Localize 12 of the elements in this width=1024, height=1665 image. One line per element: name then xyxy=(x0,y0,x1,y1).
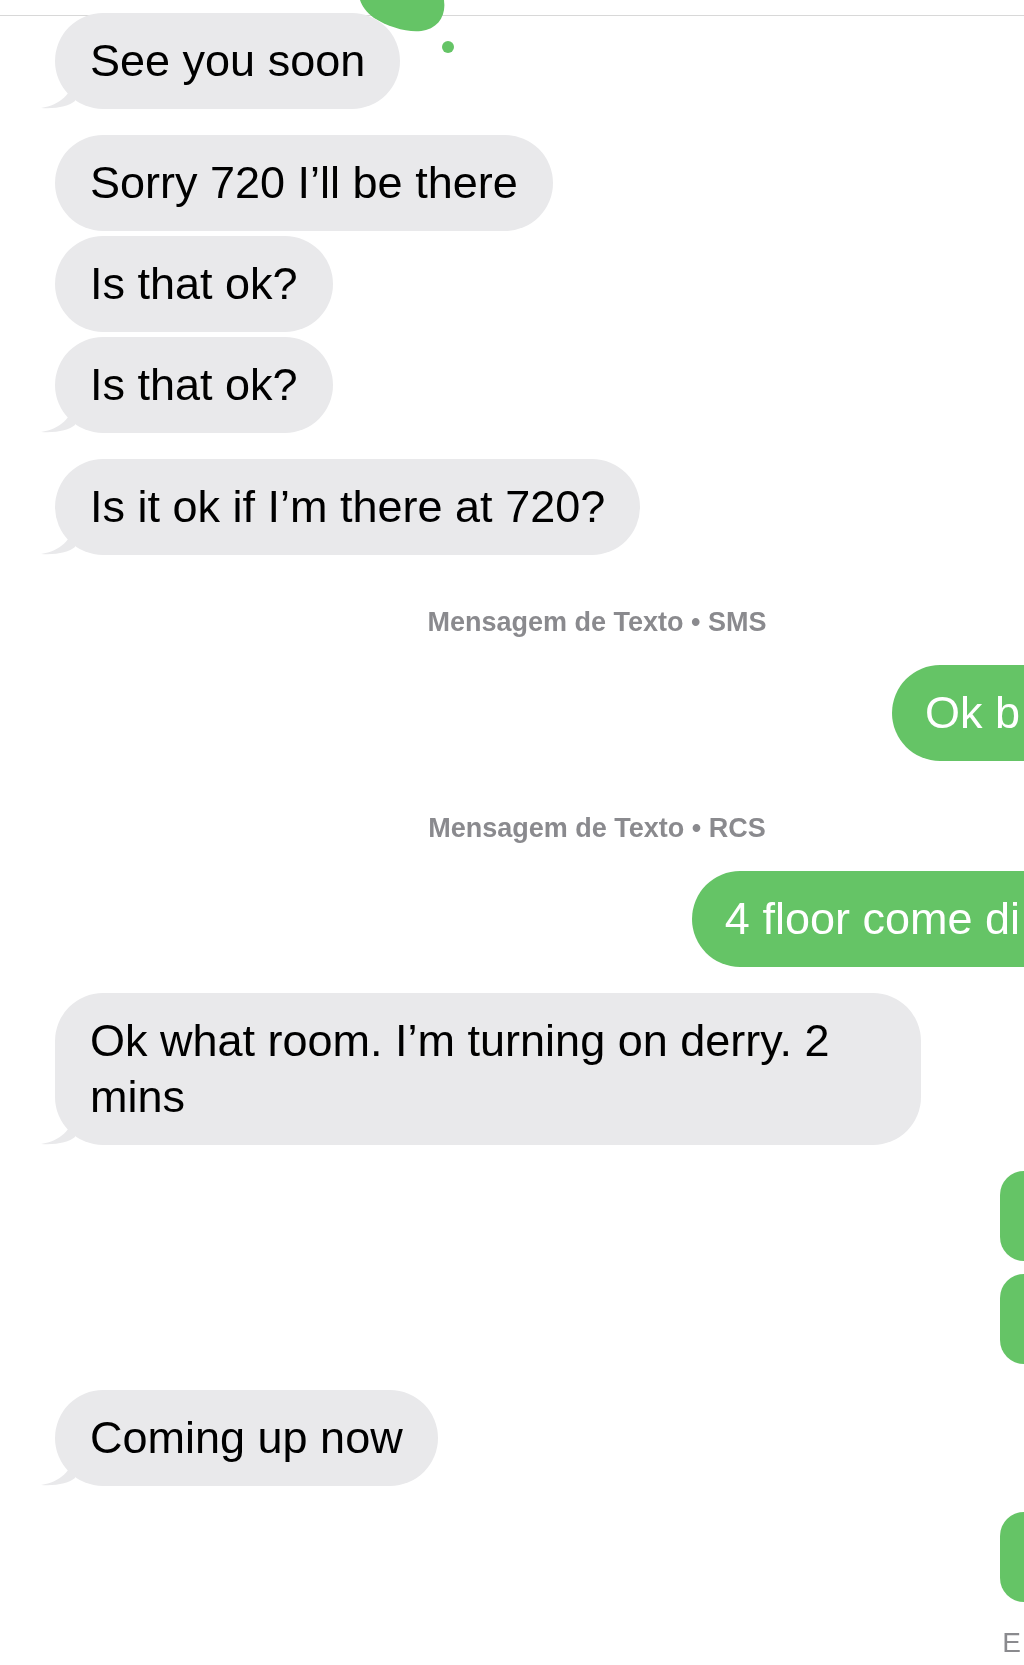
message-bubble: Coming up now xyxy=(55,1390,438,1486)
message-bubble: Is that ok? xyxy=(55,337,333,433)
delivery-status: E xyxy=(1002,1628,1021,1658)
service-label: Mensagem de Texto • RCS xyxy=(428,813,766,843)
message-bubble: Is it ok if I’m there at 720? xyxy=(55,459,641,555)
message-bubble: Is that ok? xyxy=(55,236,333,332)
message-bubble: See you soon xyxy=(55,13,401,109)
message-bubble: Ok what room. I’m turning on derry. 2 mins xyxy=(55,993,921,1145)
service-label: Mensagem de Texto • SMS xyxy=(427,607,767,637)
message-bubble: Ok b xyxy=(891,665,1024,761)
message-bubble: Sorry 720 I’ll be there xyxy=(55,135,553,231)
message-bubble: 4 floor come di xyxy=(691,871,1024,967)
